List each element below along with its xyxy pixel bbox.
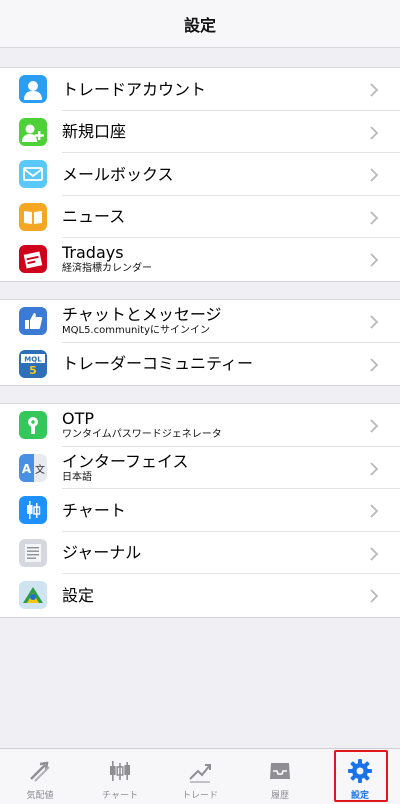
metatrader-icon <box>19 581 47 609</box>
chevron-right-icon <box>370 461 379 476</box>
tab-chart[interactable]: チャート <box>80 749 160 804</box>
settings-gear-icon <box>346 757 374 785</box>
row-journal[interactable]: ジャーナル <box>0 532 400 574</box>
settings-group-community: チャットとメッセージ MQL5.communityにサインイン MQL 5 トレー… <box>0 299 400 386</box>
tab-label: トレード <box>181 791 218 801</box>
svg-text:A: A <box>22 462 32 476</box>
row-label: メールボックス <box>62 164 174 184</box>
thumbs-up-icon <box>19 307 47 335</box>
row-news[interactable]: ニュース <box>0 196 400 238</box>
chevron-right-icon <box>370 419 379 433</box>
tab-bar: 気配値 チャート トレード 履歴 設定 <box>0 748 400 804</box>
row-interface[interactable]: A文 インターフェイス 日本語 <box>0 447 400 489</box>
journal-icon <box>19 538 47 567</box>
chevron-right-icon <box>370 357 379 372</box>
chevron-right-icon <box>370 253 379 267</box>
svg-text:MQL: MQL <box>24 355 42 363</box>
row-tradays[interactable]: Tradays 経済指標カレンダー <box>0 238 400 281</box>
settings-group-app: OTP ワンタイムパスワードジェネレータ A文 インターフェイス 日本語 チャー… <box>0 403 400 618</box>
chevron-right-icon <box>370 168 379 182</box>
svg-text:文: 文 <box>35 463 45 476</box>
tab-label: 履歴 <box>270 791 289 801</box>
row-label: トレーダーコミュニティー <box>62 354 254 374</box>
row-trader-community[interactable]: MQL 5 トレーダーコミュニティー <box>0 343 400 386</box>
row-sublabel: 経済指標カレンダー <box>62 263 152 275</box>
trade-trend-icon <box>186 757 214 785</box>
tab-label: チャート <box>102 791 138 801</box>
mail-icon <box>19 160 47 188</box>
row-label: 設定 <box>62 585 95 605</box>
row-mailbox[interactable]: メールボックス <box>0 153 400 196</box>
quotes-arrows-icon <box>26 757 54 785</box>
tab-trade[interactable]: トレード <box>160 749 240 804</box>
tab-label: 設定 <box>350 791 369 801</box>
mql5-icon: MQL 5 <box>19 349 47 378</box>
account-icon <box>19 75 47 103</box>
row-sublabel: ワンタイムパスワードジェネレータ <box>62 429 222 441</box>
row-settings[interactable]: 設定 <box>0 574 400 617</box>
page-title: 設定 <box>183 15 216 35</box>
row-label: 新規口座 <box>62 122 127 142</box>
row-sublabel: 日本語 <box>62 471 92 483</box>
row-new-account[interactable]: 新規口座 <box>0 111 400 153</box>
row-label: ニュース <box>62 207 126 227</box>
row-label: OTP <box>62 409 95 429</box>
tradays-calendar-icon <box>19 245 47 273</box>
tab-label: 気配値 <box>26 791 54 801</box>
row-sublabel: MQL5.communityにサインイン <box>62 325 211 337</box>
row-otp[interactable]: OTP ワンタイムパスワードジェネレータ <box>0 404 400 447</box>
row-label: チャットとメッセージ <box>62 305 222 325</box>
row-chat-messages[interactable]: チャットとメッセージ MQL5.communityにサインイン <box>0 300 400 343</box>
chevron-right-icon <box>370 589 379 603</box>
candlestick-icon <box>19 496 47 524</box>
translate-icon: A文 <box>19 453 47 482</box>
row-label: インターフェイス <box>62 451 189 471</box>
news-book-icon <box>19 202 47 231</box>
tab-history[interactable]: 履歴 <box>240 749 320 804</box>
row-label: チャート <box>62 500 126 520</box>
chevron-right-icon <box>370 315 379 329</box>
chevron-right-icon <box>370 546 379 561</box>
row-chart[interactable]: チャート <box>0 489 400 532</box>
nav-bar: 設定 <box>0 0 400 48</box>
row-trade-account[interactable]: トレードアカウント <box>0 68 400 111</box>
chevron-right-icon <box>370 83 379 97</box>
keyhole-icon <box>19 411 47 439</box>
chevron-right-icon <box>370 504 379 518</box>
chevron-right-icon <box>370 210 379 225</box>
settings-group-account: トレードアカウント 新規口座 メールボックス ニュース Tradays 経済指標… <box>0 67 400 282</box>
tab-settings[interactable]: 設定 <box>320 749 400 804</box>
new-account-icon <box>19 117 47 146</box>
row-label: ジャーナル <box>62 543 142 563</box>
tab-quotes[interactable]: 気配値 <box>0 749 80 804</box>
chevron-right-icon <box>370 125 379 140</box>
chart-candles-icon <box>106 757 134 785</box>
row-label: トレードアカウント <box>62 79 207 99</box>
svg-text:5: 5 <box>29 364 37 377</box>
row-label: Tradays <box>62 243 124 263</box>
history-inbox-icon <box>266 757 294 785</box>
